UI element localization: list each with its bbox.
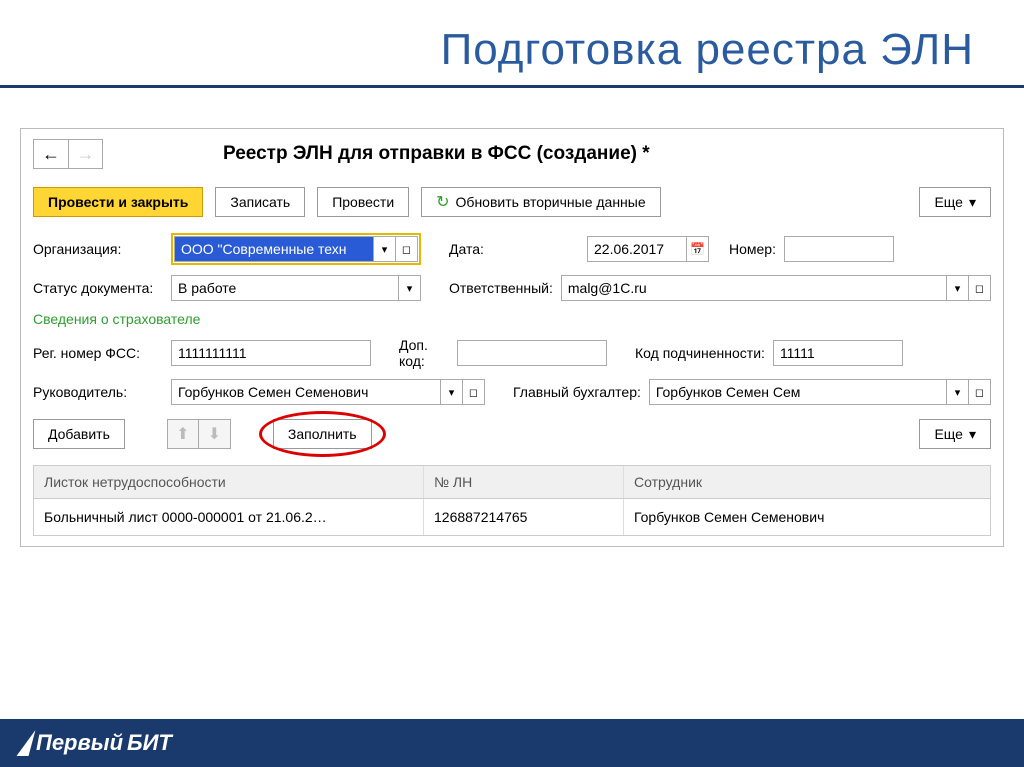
head-input[interactable] (171, 379, 441, 405)
back-button[interactable]: ← (34, 140, 68, 168)
save-button[interactable]: Записать (215, 187, 305, 217)
number-input[interactable] (784, 236, 894, 262)
refresh-button[interactable]: ↻ Обновить вторичные данные (421, 187, 661, 217)
col-sheet[interactable]: Листок нетрудоспособности (34, 466, 424, 498)
app-window: ← → Реестр ЭЛН для отправки в ФСС (созда… (20, 128, 1004, 547)
acc-label: Главный бухгалтер: (513, 384, 641, 400)
col-num[interactable]: № ЛН (424, 466, 624, 498)
refresh-icon: ↻ (436, 192, 449, 212)
nav-group: ← → (33, 139, 103, 169)
forward-button[interactable]: → (68, 140, 102, 168)
org-highlight: ▾ ◻ (171, 233, 421, 265)
date-label: Дата: (449, 241, 499, 257)
open-icon[interactable]: ◻ (969, 379, 991, 405)
status-label: Статус документа: (33, 280, 163, 296)
chevron-down-icon: ▾ (969, 426, 976, 443)
dropdown-icon[interactable]: ▾ (374, 236, 396, 262)
resp-label: Ответственный: (449, 280, 553, 296)
cell-num: 126887214765 (424, 499, 624, 535)
open-icon[interactable]: ◻ (396, 236, 418, 262)
table-row[interactable]: Больничный лист 0000-000001 от 21.06.2… … (34, 499, 990, 535)
more-button[interactable]: Еще ▾ (919, 187, 991, 217)
table-header: Листок нетрудоспособности № ЛН Сотрудник (34, 466, 990, 499)
footer-logo: ПервыйБИТ (20, 730, 172, 756)
date-input[interactable] (587, 236, 687, 262)
refresh-label: Обновить вторичные данные (456, 194, 646, 210)
subcode-input[interactable] (773, 340, 903, 366)
section-insurer: Сведения о страхователе (33, 311, 991, 327)
move-up-button[interactable]: ⬆ (167, 419, 199, 449)
open-icon[interactable]: ◻ (463, 379, 485, 405)
addcode-input[interactable] (457, 340, 607, 366)
head-label: Руководитель: (33, 384, 163, 400)
divider (0, 85, 1024, 88)
logo-icon (17, 730, 36, 756)
move-down-button[interactable]: ⬇ (199, 419, 231, 449)
slide-title: Подготовка реестра ЭЛН (0, 0, 1024, 85)
reg-label: Рег. номер ФСС: (33, 345, 163, 361)
addcode-label: Доп. код: (399, 337, 449, 369)
open-icon[interactable]: ◻ (969, 275, 991, 301)
data-table: Листок нетрудоспособности № ЛН Сотрудник… (33, 465, 991, 536)
submit-close-button[interactable]: Провести и закрыть (33, 187, 203, 217)
dropdown-icon[interactable]: ▾ (947, 379, 969, 405)
calendar-icon[interactable]: 📅 (687, 236, 709, 262)
brand-text-2: БИТ (127, 730, 172, 756)
fill-button[interactable]: Заполнить (273, 419, 372, 449)
dropdown-icon[interactable]: ▾ (399, 275, 421, 301)
footer: ПервыйБИТ (0, 719, 1024, 767)
cell-emp: Горбунков Семен Семенович (624, 499, 990, 535)
acc-input[interactable] (649, 379, 947, 405)
more-label: Еще (934, 426, 963, 442)
window-title: Реестр ЭЛН для отправки в ФСС (создание)… (223, 143, 650, 165)
col-emp[interactable]: Сотрудник (624, 466, 990, 498)
cell-sheet: Больничный лист 0000-000001 от 21.06.2… (34, 499, 424, 535)
org-input[interactable] (174, 236, 374, 262)
more-button-2[interactable]: Еще ▾ (919, 419, 991, 449)
reg-input[interactable] (171, 340, 371, 366)
status-input[interactable] (171, 275, 399, 301)
more-label: Еще (934, 194, 963, 210)
chevron-down-icon: ▾ (969, 194, 976, 211)
number-label: Номер: (729, 241, 776, 257)
brand-text-1: Первый (36, 730, 123, 756)
dropdown-icon[interactable]: ▾ (947, 275, 969, 301)
submit-button[interactable]: Провести (317, 187, 409, 217)
dropdown-icon[interactable]: ▾ (441, 379, 463, 405)
resp-input[interactable] (561, 275, 947, 301)
subcode-label: Код подчиненности: (635, 345, 765, 361)
add-button[interactable]: Добавить (33, 419, 125, 449)
org-label: Организация: (33, 241, 163, 257)
